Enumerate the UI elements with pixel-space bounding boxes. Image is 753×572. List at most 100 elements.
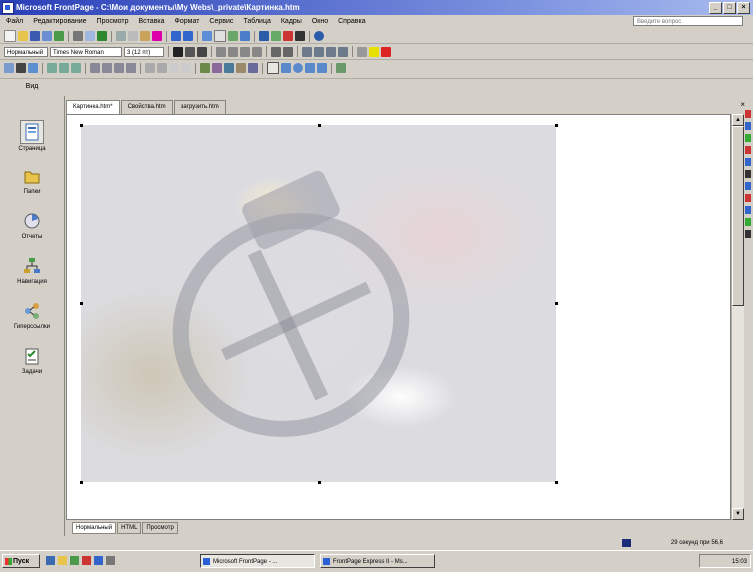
task-frontpage-express[interactable]: FrontPage Express II - Ms... xyxy=(320,554,435,568)
menu-view[interactable]: Просмотр xyxy=(97,15,129,28)
print-icon[interactable] xyxy=(73,31,83,41)
bold-icon[interactable] xyxy=(173,46,183,57)
space-station-picture[interactable] xyxy=(81,125,556,482)
borders-icon[interactable] xyxy=(357,46,367,57)
font-color-icon[interactable] xyxy=(381,46,391,57)
rotate-left-icon[interactable] xyxy=(90,63,100,73)
insert-picture-from-file-icon[interactable] xyxy=(4,63,14,73)
frontpage-app-icon[interactable] xyxy=(2,2,14,14)
frontpage-quick-icon[interactable] xyxy=(94,556,103,565)
send-backward-icon[interactable] xyxy=(71,63,81,73)
close-document-icon[interactable]: × xyxy=(740,100,745,109)
paste-icon[interactable] xyxy=(140,31,150,41)
circular-hotspot-icon[interactable] xyxy=(293,63,303,73)
menu-frames[interactable]: Кадры xyxy=(281,15,302,28)
word-icon[interactable] xyxy=(106,556,115,565)
views-item-reports[interactable]: Отчеты xyxy=(0,210,64,240)
views-item-hyperlinks[interactable]: Гиперссылки xyxy=(0,300,64,330)
resize-handle[interactable] xyxy=(555,481,558,484)
new-page-icon[interactable] xyxy=(4,30,16,42)
menu-insert[interactable]: Вставка xyxy=(139,15,165,28)
page-editor[interactable] xyxy=(66,114,731,520)
desktop-icon[interactable] xyxy=(70,556,79,565)
increase-font-icon[interactable] xyxy=(271,46,281,57)
numbering-icon[interactable] xyxy=(302,46,312,57)
position-absolute-icon[interactable] xyxy=(47,63,57,73)
set-transparent-color-icon[interactable] xyxy=(212,63,222,73)
help-icon[interactable] xyxy=(314,31,324,41)
explorer-icon[interactable] xyxy=(58,556,67,565)
menu-window[interactable]: Окно xyxy=(312,15,328,28)
highlight-hotspots-icon[interactable] xyxy=(317,63,327,73)
scroll-down-button[interactable]: ▼ xyxy=(732,508,744,520)
more-brightness-icon[interactable] xyxy=(169,63,179,73)
publish-icon[interactable] xyxy=(42,31,52,41)
preview-icon[interactable] xyxy=(85,31,95,41)
restore-icon[interactable] xyxy=(336,63,346,73)
style-select[interactable]: Нормальный xyxy=(4,46,48,57)
help-question-input[interactable]: Введите вопрос xyxy=(633,16,743,26)
redo-icon[interactable] xyxy=(183,31,193,41)
flip-vertical-icon[interactable] xyxy=(126,63,136,73)
close-button[interactable]: × xyxy=(737,2,750,14)
save-icon[interactable] xyxy=(30,31,40,41)
stop-icon[interactable] xyxy=(283,31,293,41)
less-contrast-icon[interactable] xyxy=(157,63,167,73)
minimize-button[interactable]: _ xyxy=(709,2,722,14)
tab-html[interactable]: HTML xyxy=(117,522,142,534)
tab-normal[interactable]: Нормальный xyxy=(72,522,117,534)
resize-handle[interactable] xyxy=(555,302,558,305)
task-frontpage[interactable]: Microsoft FrontPage - ... xyxy=(200,554,315,568)
copy-icon[interactable] xyxy=(128,31,138,41)
decrease-font-icon[interactable] xyxy=(283,46,293,57)
drawing-icon[interactable] xyxy=(240,31,250,41)
folder-list-icon[interactable] xyxy=(54,31,64,41)
menu-edit[interactable]: Редактирование xyxy=(33,15,86,28)
more-contrast-icon[interactable] xyxy=(145,63,155,73)
resample-icon[interactable] xyxy=(248,63,258,73)
align-center-icon[interactable] xyxy=(228,46,238,57)
views-item-folders[interactable]: Папки xyxy=(0,165,64,195)
undo-icon[interactable] xyxy=(171,31,181,41)
font-size-select[interactable]: 3 (12 пт) xyxy=(124,46,164,57)
menu-table[interactable]: Таблица xyxy=(243,15,270,28)
resize-handle[interactable] xyxy=(80,124,83,127)
auto-thumbnail-icon[interactable] xyxy=(28,63,38,73)
resize-handle[interactable] xyxy=(318,481,321,484)
web-component-icon[interactable] xyxy=(202,31,212,41)
select-icon[interactable] xyxy=(267,62,279,74)
align-right-icon[interactable] xyxy=(240,46,250,57)
hyperlink-icon[interactable] xyxy=(259,31,269,41)
open-icon[interactable] xyxy=(18,31,28,41)
menu-help[interactable]: Справка xyxy=(338,15,365,28)
insert-picture-icon[interactable] xyxy=(228,31,238,41)
less-brightness-icon[interactable] xyxy=(181,63,191,73)
text-on-picture-icon[interactable] xyxy=(16,63,26,73)
vertical-scrollbar[interactable]: ▲ ▼ xyxy=(731,114,744,520)
increase-indent-icon[interactable] xyxy=(338,46,348,57)
views-item-navigation[interactable]: Навигация xyxy=(0,255,64,285)
color-icon[interactable] xyxy=(224,63,234,73)
polygonal-hotspot-icon[interactable] xyxy=(305,63,315,73)
menu-file[interactable]: Файл xyxy=(6,15,23,28)
scroll-up-button[interactable]: ▲ xyxy=(732,114,744,126)
show-all-icon[interactable] xyxy=(295,31,305,41)
tab-zagruzit[interactable]: загрузить.htm xyxy=(173,100,226,114)
resize-handle[interactable] xyxy=(318,124,321,127)
crop-icon[interactable] xyxy=(200,63,210,73)
flip-horizontal-icon[interactable] xyxy=(114,63,124,73)
start-button[interactable]: Пуск xyxy=(2,554,40,568)
rotate-right-icon[interactable] xyxy=(102,63,112,73)
views-item-tasks[interactable]: Задачи xyxy=(0,345,64,375)
bullets-icon[interactable] xyxy=(314,46,324,57)
insert-table-icon[interactable] xyxy=(214,30,226,42)
bring-forward-icon[interactable] xyxy=(59,63,69,73)
tab-preview[interactable]: Просмотр xyxy=(142,522,178,534)
maximize-button[interactable]: □ xyxy=(723,2,736,14)
resize-handle[interactable] xyxy=(555,124,558,127)
align-left-icon[interactable] xyxy=(216,46,226,57)
decrease-indent-icon[interactable] xyxy=(326,46,336,57)
bevel-icon[interactable] xyxy=(236,63,246,73)
justify-icon[interactable] xyxy=(252,46,262,57)
menu-format[interactable]: Формат xyxy=(175,15,200,28)
